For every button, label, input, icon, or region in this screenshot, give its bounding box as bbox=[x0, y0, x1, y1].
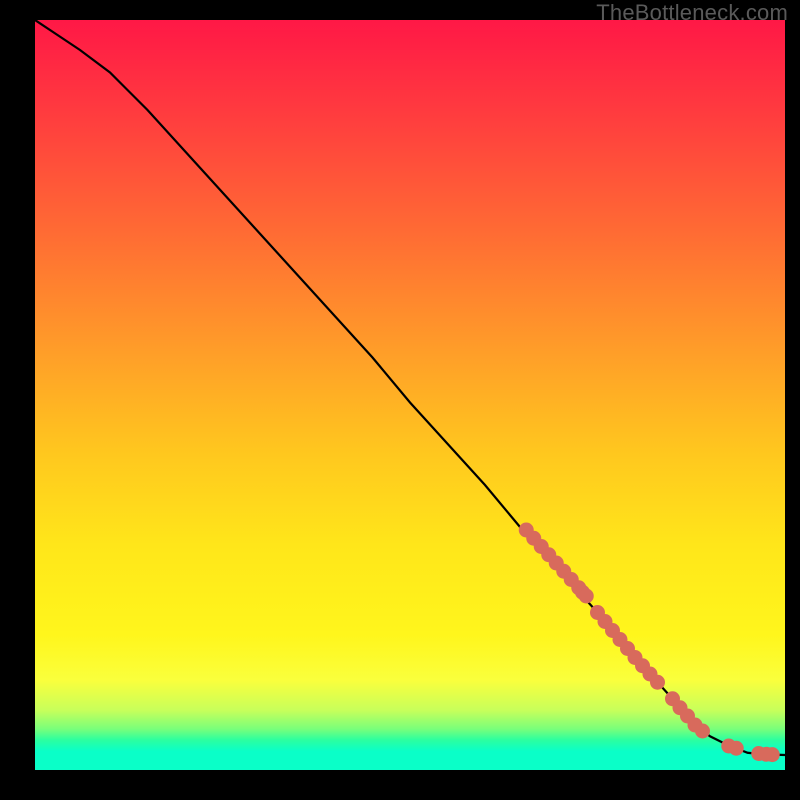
scatter-dots bbox=[519, 523, 780, 763]
chart-stage: TheBottleneck.com bbox=[0, 0, 800, 800]
data-point bbox=[729, 741, 744, 756]
data-point bbox=[765, 747, 780, 762]
data-point bbox=[650, 675, 665, 690]
chart-svg bbox=[35, 20, 785, 770]
data-point bbox=[695, 724, 710, 739]
data-point bbox=[579, 589, 594, 604]
plot-area bbox=[35, 20, 785, 770]
curve-line bbox=[35, 20, 785, 755]
watermark-text: TheBottleneck.com bbox=[596, 0, 788, 26]
